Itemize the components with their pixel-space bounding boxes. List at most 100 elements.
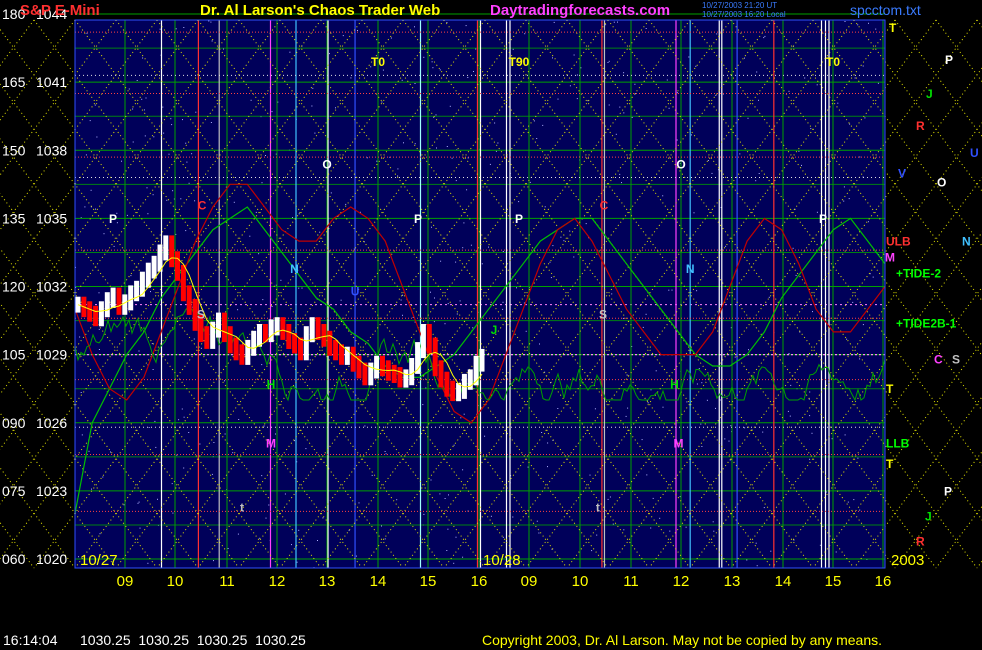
grid-dot	[291, 544, 292, 546]
grid-dot	[238, 419, 240, 420]
grid-dot	[444, 498, 446, 499]
grid-dot	[175, 28, 177, 30]
timestamp-line-2: 10/27/2003 16:20 Local	[702, 10, 786, 19]
grid-dot	[835, 551, 837, 553]
right-label: C	[934, 353, 943, 367]
grid-dot	[185, 142, 187, 144]
grid-dot	[451, 157, 453, 159]
grid-dot	[237, 533, 239, 535]
grid-dot	[707, 160, 709, 161]
right-label: V	[898, 167, 906, 181]
price-bar	[315, 317, 321, 340]
y-tick-left: 090	[2, 415, 26, 431]
grid-dot	[446, 146, 448, 147]
price-bar	[380, 355, 385, 377]
grid-dot	[525, 330, 527, 332]
grid-dot	[185, 230, 187, 232]
grid-dot	[758, 173, 760, 174]
grid-dot	[89, 120, 91, 122]
diagonal-line	[935, 19, 982, 83]
quote-values: 1030.25 1030.25 1030.25 1030.25	[80, 632, 306, 648]
y-tick-left: 075	[2, 483, 26, 499]
grid-dot	[279, 344, 281, 346]
grid-dot	[265, 155, 266, 156]
grid-dot	[706, 399, 708, 401]
grid-dot	[662, 406, 664, 408]
price-bar	[409, 358, 415, 386]
grid-dot	[123, 504, 125, 506]
price-bar	[245, 339, 251, 365]
grid-dot	[186, 161, 188, 163]
grid-dot	[116, 222, 118, 224]
grid-dot	[488, 246, 489, 248]
grid-dot	[298, 287, 300, 289]
grid-dot	[623, 112, 625, 114]
x-tick: 11	[219, 573, 235, 590]
grid-dot	[696, 290, 698, 292]
grid-dot	[223, 48, 224, 50]
right-label: R	[916, 119, 925, 133]
grid-dot	[138, 501, 140, 503]
chart-marker: N	[686, 262, 695, 276]
grid-dot	[623, 529, 625, 531]
grid-dot	[431, 226, 432, 228]
grid-dot	[812, 311, 813, 313]
grid-dot	[701, 446, 703, 447]
grid-dot	[809, 458, 811, 460]
grid-dot	[843, 200, 845, 202]
grid-dot	[385, 453, 387, 455]
price-bar	[374, 355, 380, 379]
grid-dot	[159, 28, 161, 30]
grid-dot	[126, 214, 128, 216]
grid-dot	[345, 203, 347, 205]
grid-dot	[589, 474, 591, 476]
grid-dot	[877, 82, 879, 84]
grid-dot	[301, 287, 303, 289]
grid-dot	[744, 427, 746, 429]
grid-dot	[819, 544, 821, 546]
site-link[interactable]: Daytradingforecasts.com	[490, 2, 670, 19]
grid-dot	[625, 415, 627, 417]
grid-dot	[810, 128, 812, 130]
x-tick: 14	[775, 573, 792, 590]
grid-dot	[309, 359, 311, 361]
grid-dot	[258, 253, 260, 255]
chart-marker: P	[109, 212, 117, 226]
grid-dot	[659, 517, 661, 519]
grid-dot	[831, 438, 833, 440]
grid-dot	[494, 122, 496, 124]
price-bar	[444, 371, 450, 397]
grid-dot	[788, 90, 790, 92]
grid-dot	[250, 99, 252, 101]
grid-dot	[152, 194, 154, 196]
quote-time: 16:14:04	[3, 632, 58, 648]
grid-dot	[81, 434, 83, 436]
right-label: +TIDE2B-1	[896, 316, 957, 330]
grid-dot	[312, 87, 314, 89]
right-side-labels: TPJRUVOULB NM+TIDE-2+TIDE2B-1C STLLBTPJR	[885, 21, 979, 548]
grid-dot	[711, 172, 713, 174]
chart-marker: t	[240, 500, 244, 514]
grid-dot	[157, 498, 158, 500]
price-bar	[110, 287, 116, 308]
grid-dot	[440, 260, 442, 262]
x-tick: 15	[825, 573, 842, 590]
price-bar	[397, 367, 403, 388]
grid-dot	[168, 153, 170, 155]
price-bar	[75, 296, 81, 313]
price-bar	[426, 324, 432, 354]
grid-dot	[162, 106, 164, 108]
grid-dot	[298, 213, 300, 215]
grid-dot	[224, 433, 226, 435]
right-label: N	[962, 235, 971, 249]
grid-dot	[609, 496, 611, 498]
grid-dot	[448, 494, 449, 496]
grid-dot	[317, 540, 318, 541]
grid-dot	[541, 432, 543, 433]
grid-dot	[607, 498, 609, 500]
grid-dot	[142, 57, 144, 59]
grid-dot	[150, 291, 151, 293]
chart-marker: T0	[826, 55, 840, 69]
grid-dot	[591, 550, 593, 552]
grid-dot	[679, 496, 681, 498]
